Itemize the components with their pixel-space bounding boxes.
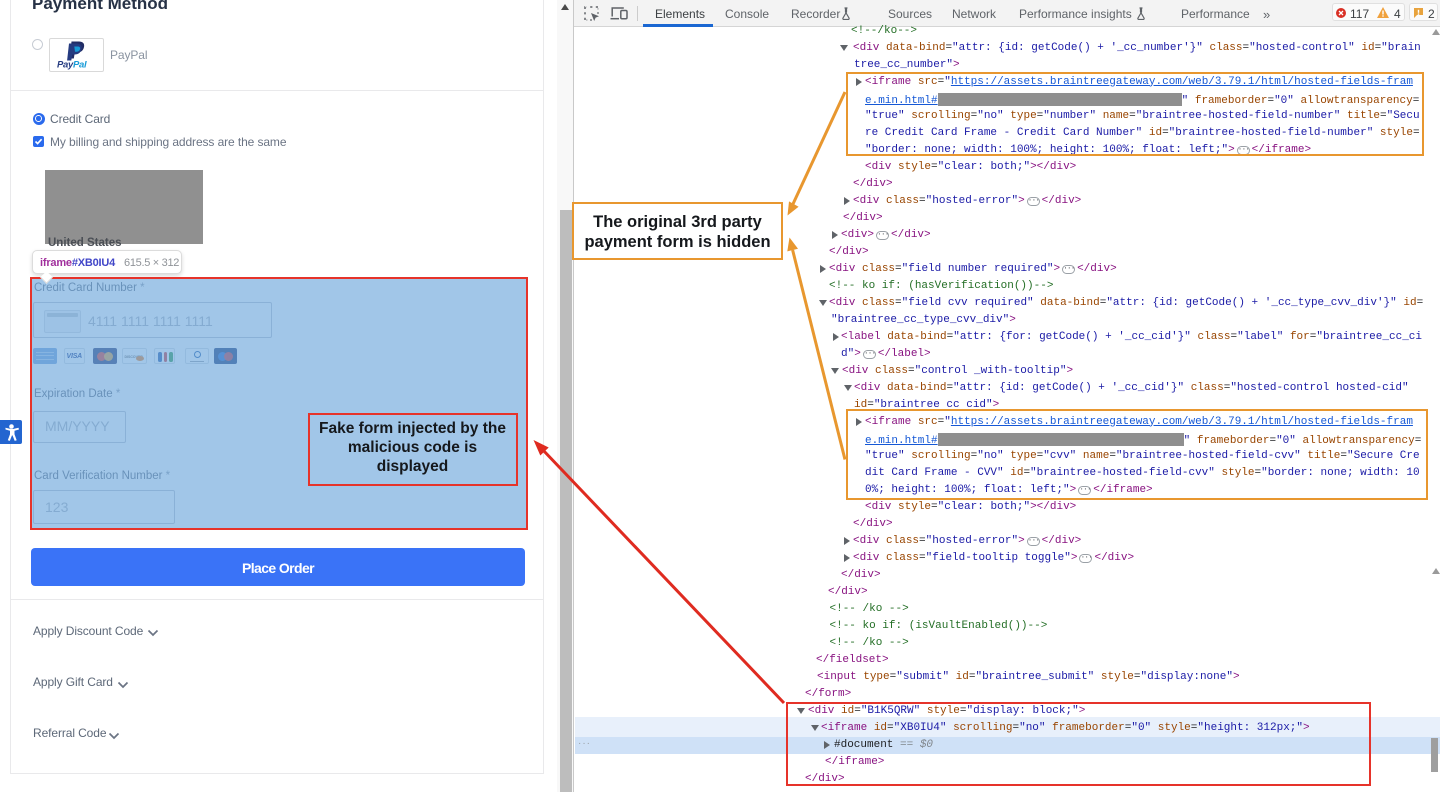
svg-text:PayPal: PayPal [57,59,87,70]
